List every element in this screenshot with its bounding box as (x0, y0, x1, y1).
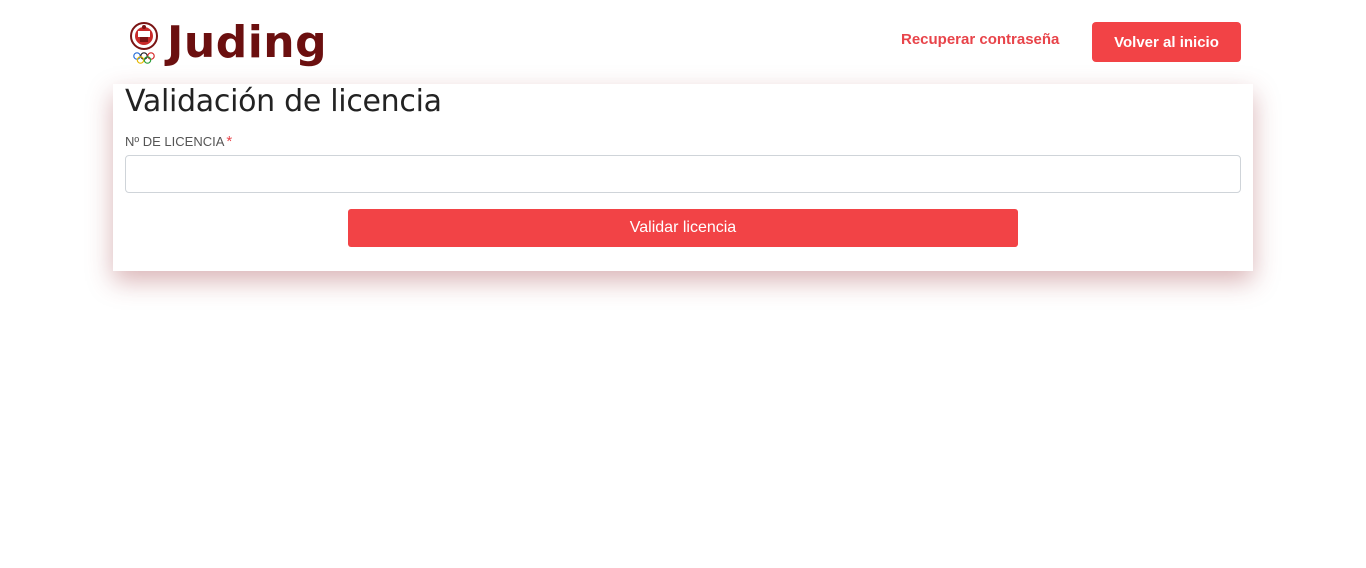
page-title: Validación de licencia (125, 84, 442, 119)
license-validation-card: Validación de licencia Nº DE LICENCIA * V… (113, 84, 1253, 271)
validate-license-button[interactable]: Validar licencia (348, 209, 1018, 247)
site-header: Juding Recuperar contraseña Volver al in… (0, 0, 1366, 84)
required-asterisk: * (226, 133, 233, 150)
license-number-label: Nº DE LICENCIA * (125, 133, 232, 150)
brand-name: Juding (167, 17, 328, 68)
brand-logo-link[interactable]: Juding (128, 16, 327, 70)
recover-password-link[interactable]: Recuperar contraseña (901, 31, 1059, 48)
license-number-input[interactable] (125, 155, 1241, 193)
back-home-button[interactable]: Volver al inicio (1092, 22, 1241, 62)
license-number-label-text: Nº DE LICENCIA (125, 134, 225, 149)
judo-federation-emblem-icon (130, 22, 158, 64)
